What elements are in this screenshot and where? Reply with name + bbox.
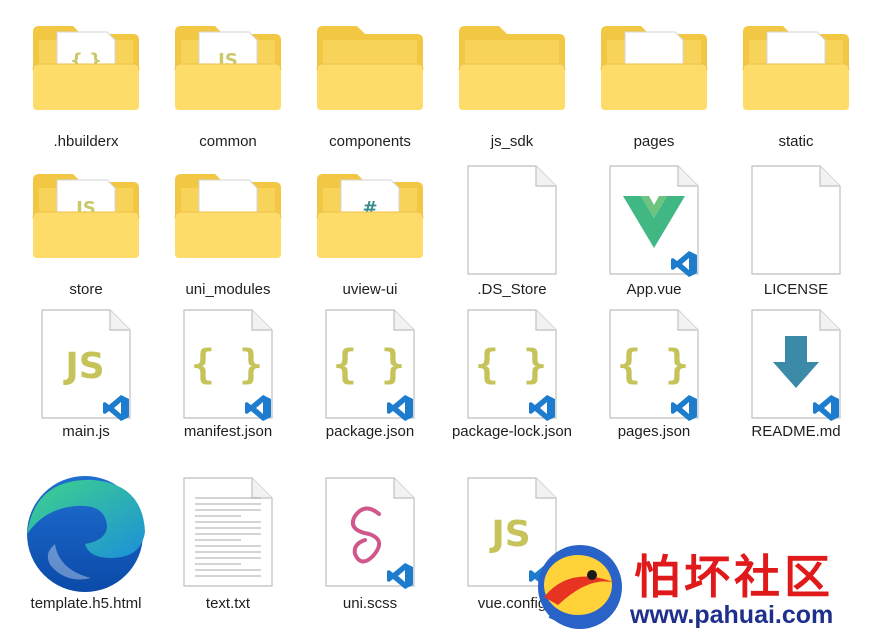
pahuai-watermark: 怕坏社区 www.pahuai.com (530, 535, 876, 637)
item-label: static (778, 133, 814, 150)
file-item[interactable]: { } pages.json (583, 306, 725, 456)
item-label: manifest.json (183, 423, 273, 440)
item-icon (725, 14, 867, 142)
folder-item[interactable]: js_sdk (441, 14, 583, 164)
item-label: uni.scss (342, 595, 398, 612)
item-label: pages.json (617, 423, 691, 440)
file-item[interactable]: { } manifest.json (157, 306, 299, 456)
folder-icon (174, 174, 282, 258)
file-item[interactable]: uni.scss (299, 474, 441, 624)
folder-icon (600, 26, 708, 110)
json-file-icon: { } (325, 309, 415, 421)
vue-file-icon (609, 165, 699, 277)
item-label: uni_modules (185, 281, 271, 298)
item-label: js_sdk (490, 133, 534, 150)
svg-text:{ }: { } (191, 342, 263, 388)
folder-icon (742, 26, 850, 110)
item-icon (299, 474, 441, 602)
file-item[interactable]: template.h5.html (15, 474, 157, 624)
js-file-icon: JS (41, 309, 131, 421)
svg-text:JS: JS (488, 514, 530, 555)
item-icon (157, 474, 299, 602)
item-icon (441, 14, 583, 142)
item-icon: { } (299, 306, 441, 434)
item-icon (583, 14, 725, 142)
item-label: .hbuilderx (53, 133, 119, 150)
json-file-icon: { } (609, 309, 699, 421)
item-icon (15, 474, 157, 602)
item-label: App.vue (626, 281, 682, 298)
item-icon (725, 306, 867, 434)
item-label: package-lock.json (451, 423, 573, 440)
folder-item[interactable]: { } .hbuilderx (15, 14, 157, 164)
item-label: common (199, 133, 257, 150)
item-label: template.h5.html (30, 595, 142, 612)
folder-item[interactable]: JS store (15, 162, 157, 312)
folder-icon (316, 26, 424, 110)
item-icon (441, 162, 583, 290)
folder-icon: JS (174, 26, 282, 110)
text-file-icon (183, 477, 273, 587)
item-icon (725, 162, 867, 290)
item-icon: { } (157, 306, 299, 434)
item-label: main.js (62, 423, 110, 440)
watermark-title: 怕坏社区 (634, 550, 834, 604)
file-item[interactable]: JS main.js (15, 306, 157, 456)
item-label: store (69, 281, 103, 298)
json-file-icon: { } (467, 309, 557, 421)
item-label: package.json (325, 423, 415, 440)
file-item[interactable]: LICENSE (725, 162, 867, 312)
svg-text:{ }: { } (617, 342, 689, 388)
edge-browser-icon (27, 476, 145, 592)
file-item[interactable]: { } package-lock.json (441, 306, 583, 456)
item-icon: JS (157, 14, 299, 142)
svg-text:JS: JS (62, 346, 104, 387)
pahuai-logo-icon (538, 545, 622, 629)
folder-icon: { } (32, 26, 140, 110)
file-item[interactable]: text.txt (157, 474, 299, 624)
folder-item[interactable]: components (299, 14, 441, 164)
item-label: uview-ui (342, 281, 398, 298)
folder-item[interactable]: static (725, 14, 867, 164)
item-icon: { } (583, 306, 725, 434)
item-label: text.txt (205, 595, 251, 612)
item-icon (299, 14, 441, 142)
item-icon (157, 162, 299, 290)
item-icon: JS (15, 162, 157, 290)
item-label: LICENSE (763, 281, 829, 298)
folder-icon: JS (32, 174, 140, 258)
scss-file-icon (325, 477, 415, 589)
item-icon: { } (441, 306, 583, 434)
file-item[interactable]: App.vue (583, 162, 725, 312)
item-label: components (329, 133, 411, 150)
file-icon (467, 165, 557, 275)
item-label: pages (633, 133, 675, 150)
folder-item[interactable]: JS common (157, 14, 299, 164)
item-icon: # (299, 162, 441, 290)
item-label: .DS_Store (477, 281, 547, 298)
json-file-icon: { } (183, 309, 273, 421)
svg-text:{ }: { } (475, 342, 547, 388)
item-icon: JS (15, 306, 157, 434)
folder-icon: # (316, 174, 424, 258)
folder-item[interactable]: uni_modules (157, 162, 299, 312)
item-icon (583, 162, 725, 290)
folder-item[interactable]: # uview-ui (299, 162, 441, 312)
svg-text:{ }: { } (333, 342, 405, 388)
file-icon (751, 165, 841, 275)
folder-item[interactable]: pages (583, 14, 725, 164)
item-icon: { } (15, 14, 157, 142)
watermark-url: www.pahuai.com (630, 601, 834, 629)
item-label: README.md (751, 423, 841, 440)
folder-icon (458, 26, 566, 110)
file-item[interactable]: { } package.json (299, 306, 441, 456)
file-item[interactable]: .DS_Store (441, 162, 583, 312)
markdown-file-icon (751, 309, 841, 421)
file-item[interactable]: README.md (725, 306, 867, 456)
